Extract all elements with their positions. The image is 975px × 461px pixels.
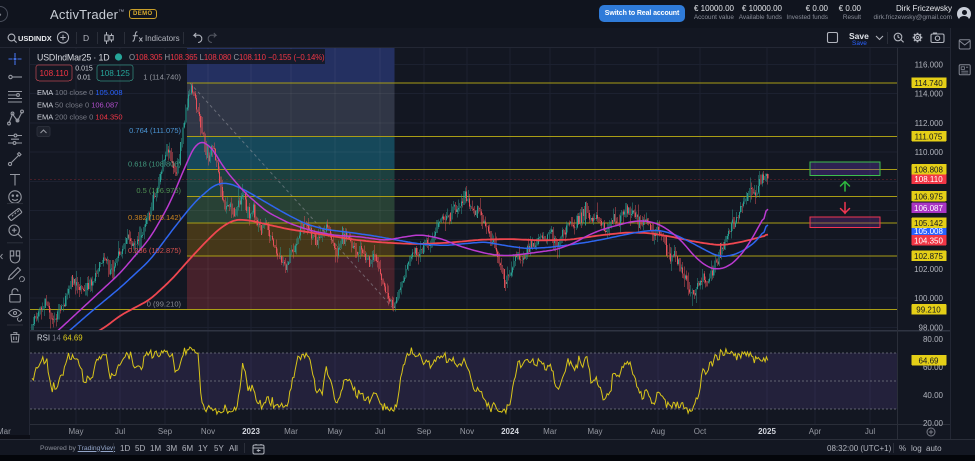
svg-text:Jul: Jul — [375, 427, 385, 436]
svg-text:Apr: Apr — [809, 427, 822, 436]
svg-text:Mar: Mar — [284, 427, 298, 436]
svg-text:1 (114.740): 1 (114.740) — [143, 73, 181, 82]
svg-text:111.075: 111.075 — [915, 132, 943, 141]
svg-text:40.00: 40.00 — [923, 391, 944, 400]
svg-text:20.00: 20.00 — [923, 419, 944, 428]
svg-text:110.000: 110.000 — [915, 148, 944, 157]
svg-text:106.975: 106.975 — [914, 192, 943, 201]
svg-text:Nov: Nov — [201, 427, 215, 436]
svg-text:May: May — [327, 427, 342, 436]
svg-text:O108.305 H108.365 L108.080 C10: O108.305 H108.365 L108.080 C108.110 −0.1… — [129, 53, 325, 62]
svg-text:0.382 (105.142): 0.382 (105.142) — [128, 213, 181, 222]
svg-text:0.618 (108.808): 0.618 (108.808) — [128, 159, 181, 168]
svg-text:Aug: Aug — [651, 427, 665, 436]
svg-text:108.110: 108.110 — [914, 175, 943, 184]
svg-text:108.110: 108.110 — [40, 69, 69, 78]
svg-text:0 (99.210): 0 (99.210) — [147, 299, 182, 308]
svg-text:Oct: Oct — [694, 427, 707, 436]
svg-text:64.69: 64.69 — [918, 356, 939, 365]
svg-text:Jul: Jul — [115, 427, 125, 436]
svg-text:0.015: 0.015 — [75, 66, 93, 73]
svg-text:Sep: Sep — [158, 427, 173, 436]
svg-text:0.01: 0.01 — [77, 75, 91, 82]
svg-text:108.125: 108.125 — [100, 69, 130, 78]
svg-text:EMA 200 close 0 104.350: EMA 200 close 0 104.350 — [37, 113, 123, 122]
svg-text:2023: 2023 — [242, 427, 260, 436]
svg-text:2025: 2025 — [758, 427, 776, 436]
svg-text:0.764 (111.075): 0.764 (111.075) — [129, 126, 181, 135]
svg-text:80.00: 80.00 — [923, 335, 944, 344]
svg-text:EMA 50 close 0 106.087: EMA 50 close 0 106.087 — [37, 100, 118, 109]
svg-text:105.008: 105.008 — [914, 227, 943, 236]
svg-text:May: May — [587, 427, 602, 436]
svg-text:98.000: 98.000 — [919, 323, 944, 332]
svg-text:RSI 14 64.69: RSI 14 64.69 — [37, 334, 83, 343]
svg-text:108.808: 108.808 — [914, 166, 943, 175]
svg-text:99.210: 99.210 — [916, 306, 941, 315]
svg-text:102.875: 102.875 — [914, 252, 943, 261]
svg-text:104.350: 104.350 — [914, 236, 943, 245]
svg-text:May: May — [68, 427, 83, 436]
svg-text:Jul: Jul — [865, 427, 875, 436]
svg-text:116.000: 116.000 — [915, 61, 944, 70]
svg-text:Sep: Sep — [417, 427, 432, 436]
svg-text:114.000: 114.000 — [915, 90, 944, 99]
svg-text:0.236 (102.875): 0.236 (102.875) — [128, 246, 181, 255]
svg-text:Mar: Mar — [543, 427, 557, 436]
svg-text:0.5 (106.975): 0.5 (106.975) — [136, 186, 181, 195]
svg-text:102.000: 102.000 — [914, 265, 943, 274]
svg-text:114.740: 114.740 — [914, 79, 943, 88]
svg-text:105.142: 105.142 — [914, 219, 943, 228]
svg-text:2024: 2024 — [501, 427, 519, 436]
svg-text:USDIndMar25 · 1D: USDIndMar25 · 1D — [37, 53, 109, 63]
svg-text:100.000: 100.000 — [914, 294, 943, 303]
svg-text:Nov: Nov — [460, 427, 474, 436]
svg-text:EMA 100 close 0 105.008: EMA 100 close 0 105.008 — [37, 88, 123, 97]
svg-text:112.000: 112.000 — [915, 119, 944, 128]
svg-text:106.087: 106.087 — [914, 204, 943, 213]
